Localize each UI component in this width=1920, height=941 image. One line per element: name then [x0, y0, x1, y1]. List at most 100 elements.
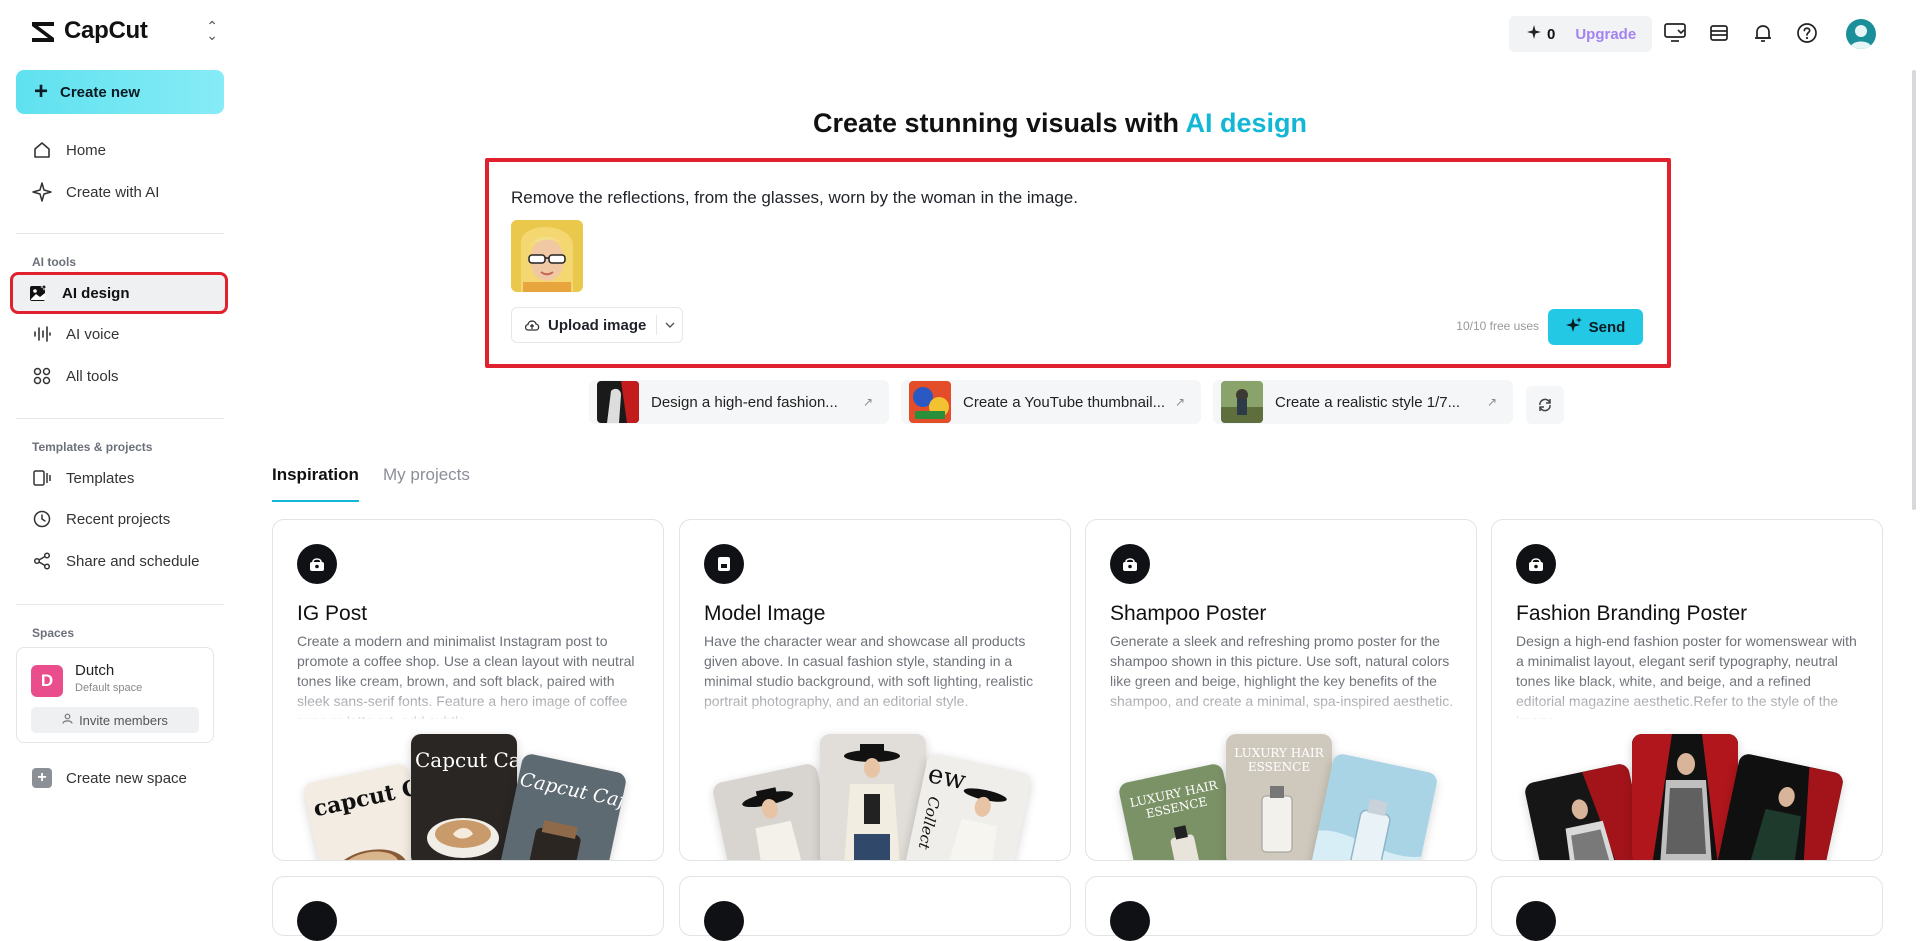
credits-count: 0 [1547, 25, 1556, 43]
upload-image-label: Upload image [548, 316, 647, 334]
suggestion-chip[interactable]: Design a high-end fashion... ↗ [589, 380, 889, 424]
tab-inspiration[interactable]: Inspiration [272, 465, 359, 485]
scrollbar[interactable] [1912, 70, 1916, 510]
inspiration-card[interactable]: IG Post Create a modern and minimalist I… [272, 519, 664, 861]
sidebar-item-recent-projects[interactable]: Recent projects [16, 500, 224, 538]
sidebar-item-all-tools[interactable]: All tools [16, 357, 224, 395]
bell-icon[interactable] [1750, 20, 1776, 46]
suggestion-thumbnail [909, 381, 951, 423]
arrow-up-right-icon: ↗ [862, 395, 873, 409]
tab-my-projects[interactable]: My projects [383, 465, 470, 485]
divider [16, 418, 224, 419]
card-fade [1086, 680, 1476, 730]
inspiration-card[interactable]: Shampoo Poster Generate a sleek and refr… [1085, 519, 1477, 861]
divider [16, 233, 224, 234]
document-icon [704, 544, 744, 584]
sidebar-item-ai-design[interactable]: AI design [10, 272, 228, 314]
refresh-suggestions-button[interactable] [1526, 386, 1564, 424]
card-fade [273, 680, 663, 730]
inspiration-card[interactable]: Model Image Have the character wear and … [679, 519, 1071, 861]
sidebar-item-label: AI voice [66, 325, 120, 343]
suggestion-thumbnail [597, 381, 639, 423]
share-icon [32, 551, 52, 571]
page-title-prefix: Create stunning visuals with [812, 108, 1186, 138]
app-logo[interactable]: CapCut ⌃ ⌄ [28, 14, 218, 48]
inspiration-card[interactable] [1491, 876, 1883, 941]
space-subtitle: Default space [75, 682, 143, 694]
screen-download-icon[interactable] [1662, 20, 1688, 46]
grid-icon [32, 366, 52, 386]
inspiration-card[interactable] [272, 876, 664, 941]
workspace-switch-icon[interactable]: ⌃ ⌄ [206, 19, 218, 42]
sidebar-item-label: Share and schedule [66, 552, 200, 570]
sparkle-icon [32, 182, 52, 202]
space-avatar: D [31, 665, 63, 697]
card-fade [680, 680, 1070, 730]
sidebar-item-label: All tools [66, 367, 119, 385]
app-name: CapCut [64, 17, 148, 44]
inspiration-card[interactable] [679, 876, 1071, 941]
attached-image-thumbnail[interactable] [511, 220, 583, 292]
suggestion-chip[interactable]: Create a realistic style 1/7... ↗ [1213, 380, 1513, 424]
templates-heading: Templates & projects [32, 440, 153, 454]
home-icon [32, 140, 52, 160]
ai-design-icon [28, 283, 48, 303]
card-title: Fashion Branding Poster [1516, 602, 1748, 625]
space-card[interactable]: D Dutch Default space Invite members [16, 647, 214, 743]
image-edit-icon [1110, 544, 1150, 584]
sparkle-icon [1527, 25, 1541, 43]
create-new-space-button[interactable]: + Create new space [32, 768, 187, 788]
create-new-label: Create new [60, 83, 141, 101]
space-name: Dutch [75, 662, 115, 679]
send-button[interactable]: Send [1548, 309, 1643, 345]
arrow-up-right-icon: ↗ [1174, 395, 1185, 409]
sidebar-item-label: AI design [62, 284, 130, 302]
inbox-icon[interactable] [1706, 20, 1732, 46]
inspiration-card[interactable] [1085, 876, 1477, 941]
divider [16, 604, 224, 605]
templates-icon [32, 468, 52, 488]
image-edit-icon [1516, 544, 1556, 584]
sidebar-item-label: Home [66, 141, 107, 159]
ai-tools-heading: AI tools [32, 255, 76, 269]
upgrade-link[interactable]: Upgrade [1575, 26, 1636, 43]
inspiration-card[interactable]: Fashion Branding Poster Design a high-en… [1491, 519, 1883, 861]
invite-members-button[interactable]: Invite members [31, 707, 199, 733]
spaces-heading: Spaces [32, 626, 75, 640]
sidebar-item-label: Templates [66, 469, 135, 487]
sidebar-item-ai-voice[interactable]: AI voice [16, 315, 224, 353]
capcut-logo-icon [32, 22, 54, 42]
sidebar-item-create-with-ai[interactable]: Create with AI [16, 173, 224, 211]
card-title: IG Post [297, 602, 368, 625]
help-icon[interactable] [1794, 20, 1820, 46]
invite-members-label: Invite members [79, 712, 168, 728]
card-title: Model Image [704, 602, 826, 625]
create-new-space-label: Create new space [66, 769, 187, 787]
card-preview-stack: ew Collect [680, 734, 1070, 860]
chevron-down-icon[interactable] [665, 322, 675, 328]
image-edit-icon [297, 901, 337, 941]
sidebar-item-label: Create with AI [66, 183, 160, 201]
image-edit-icon [1516, 901, 1556, 941]
upload-image-button[interactable]: Upload image [511, 307, 683, 343]
cloud-upload-icon [524, 318, 540, 332]
sparkle-icon [1565, 317, 1582, 337]
user-avatar[interactable] [1846, 19, 1876, 49]
page-title: Create stunning visuals with AI design [0, 108, 1920, 139]
sidebar-item-templates[interactable]: Templates [16, 459, 224, 497]
card-fade [1492, 680, 1882, 730]
active-tab-indicator [272, 500, 359, 502]
sidebar-item-label: Recent projects [66, 510, 171, 528]
plus-icon: + [32, 768, 52, 788]
send-label: Send [1588, 318, 1626, 336]
sidebar-item-share-schedule[interactable]: Share and schedule [16, 542, 224, 580]
suggestion-chip[interactable]: Create a YouTube thumbnail... ↗ [901, 380, 1201, 424]
arrow-up-right-icon: ↗ [1486, 395, 1497, 409]
prompt-box[interactable]: Remove the reflections, from the glasses… [485, 158, 1671, 368]
waveform-icon [32, 324, 52, 344]
clock-icon [32, 509, 52, 529]
credits-badge[interactable]: 0 Upgrade [1509, 16, 1652, 52]
prompt-textarea[interactable]: Remove the reflections, from the glasses… [511, 188, 1078, 208]
image-edit-icon [1110, 901, 1150, 941]
plus-icon: + [34, 78, 49, 105]
